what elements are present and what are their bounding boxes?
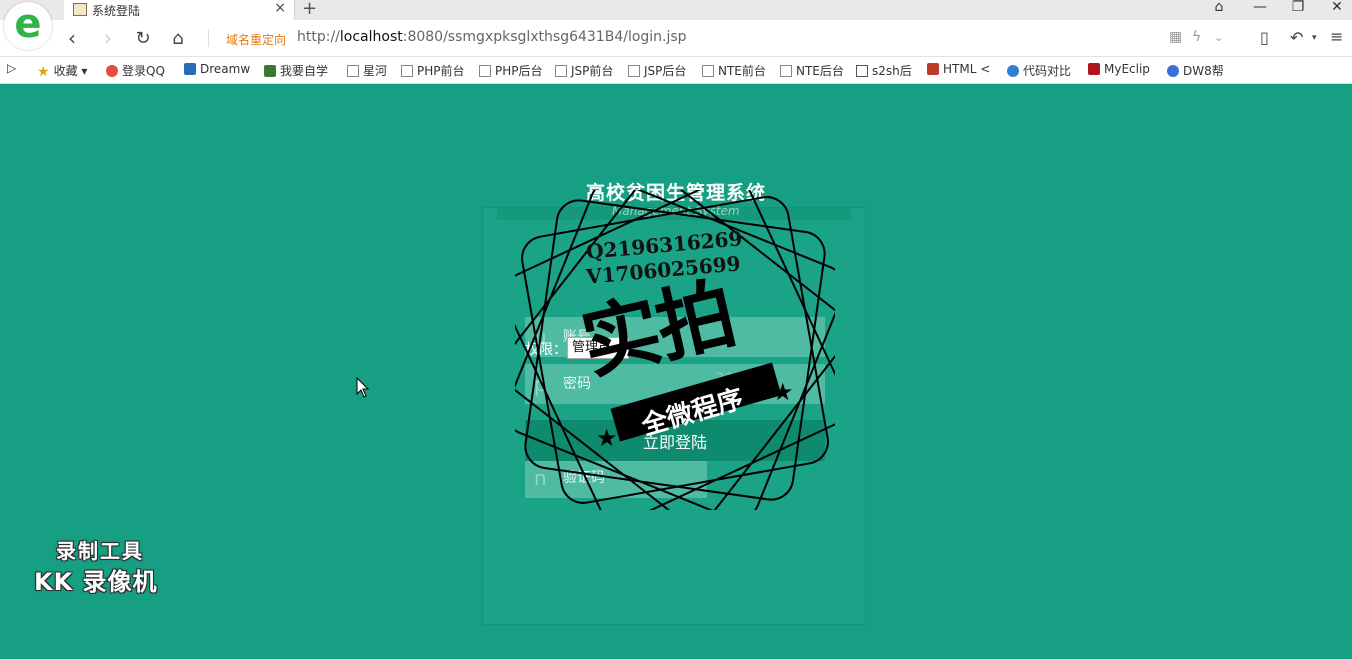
back-icon[interactable]: ‹ [60,26,84,50]
image-icon [856,65,868,77]
star-icon: ★ [37,64,50,80]
home-icon[interactable]: ⌂ [166,28,190,49]
role-selected-value: 管理员 [572,340,612,355]
restore-button[interactable]: ❐ [1288,0,1308,15]
address-bar-row: ‹ › ↻ ⌂ 域名重定向 http://localhost:8080/ssmg… [0,20,1352,57]
bookmark-item[interactable]: JSP后台 [628,62,686,79]
lightning-icon[interactable]: ϟ [1192,29,1201,45]
browser-tab[interactable]: 系统登陆 × [64,0,295,20]
divider [208,29,209,47]
new-tab-button[interactable]: + [302,0,317,19]
browser-logo-icon[interactable]: e [4,2,52,50]
login-button[interactable]: 立即登陆 [525,420,825,461]
tab-strip: 系统登陆 × + ⌂ — ❐ ✕ [0,0,1352,20]
myeclipse-icon [1088,63,1100,75]
compare-icon [1007,65,1019,77]
url-path: :8080/ssmgxpksglxthsg6431B4/login.jsp [402,29,687,45]
reading-mode-icon[interactable]: ▯ [1260,28,1269,47]
menu-icon[interactable]: ≡ [1330,27,1343,46]
bookmark-item[interactable]: PHP前台 [401,62,465,79]
sidebar-toggle-icon[interactable]: ▷ [7,61,16,75]
bookmark-item[interactable]: PHP后台 [479,62,543,79]
minimize-button[interactable]: — [1250,0,1270,15]
lock-icon: p [534,372,547,396]
tab-close-button[interactable]: × [274,0,286,16]
bookmark-item[interactable]: NTE后台 [780,62,844,79]
qr-code-icon[interactable]: ▦ [1169,29,1182,45]
bookmark-item[interactable]: 登录QQ [106,62,165,79]
chrome-icon [106,65,118,77]
close-window-button[interactable]: ✕ [1327,0,1347,15]
page-icon [555,65,567,77]
reload-icon[interactable]: ↻ [131,28,155,49]
bookmark-item[interactable]: MyEclip [1088,62,1150,76]
captcha-icon: n [534,466,547,490]
bookmark-item[interactable]: Dreamw [184,62,250,76]
bookmark-item[interactable]: JSP前台 [555,62,613,79]
html-icon [927,63,939,75]
page-icon [479,65,491,77]
bookmark-item[interactable]: 代码对比 [1007,62,1071,79]
page-icon [628,65,640,77]
mouse-cursor-icon [356,377,370,398]
bookmark-favorites[interactable]: ★ 收藏 ▾ [37,62,87,80]
undo-dropdown-icon[interactable]: ▾ [1312,33,1317,43]
url-host: localhost [339,29,403,45]
password-field[interactable]: p [525,364,825,404]
captcha-input[interactable] [563,458,698,498]
skin-icon[interactable]: ⌂ [1209,0,1229,15]
login-panel [482,207,866,625]
bookmark-item[interactable]: NTE前台 [702,62,766,79]
chevron-down-icon[interactable]: ⌄ [1214,31,1223,44]
url-prefix: http:// [297,29,340,45]
page-icon [401,65,413,77]
recorder-watermark-line2: KK 录像机 [34,568,158,596]
undo-icon[interactable]: ↶ [1290,28,1303,47]
bookmark-item[interactable]: HTML < [927,62,990,76]
bookmarks-bar: ▷ ★ 收藏 ▾ 登录QQ Dreamw 我要自学 星河 PHP前台 PHP后台 … [0,57,1352,84]
login-subtitle: Management System [612,204,740,218]
captcha-image[interactable]: 2177 [715,371,755,387]
bookmark-item[interactable]: DW8帮 [1167,62,1224,79]
recorder-watermark-line1: 录制工具 [56,539,144,563]
forward-icon[interactable]: › [96,26,120,50]
leaf-icon [264,65,276,77]
page-icon [702,65,714,77]
tab-title: 系统登陆 [92,4,141,18]
bookmark-item[interactable]: s2sh后 [856,62,912,79]
bookmark-item[interactable]: 星河 [347,62,387,79]
captcha-field[interactable]: n [525,458,707,498]
login-title: 高校贫困生管理系统 [586,182,767,204]
dreamweaver-icon [184,63,196,75]
chevron-down-icon: ▼ [618,343,625,353]
paw-icon [1167,65,1179,77]
tab-favicon-icon [73,3,87,16]
role-select[interactable]: 管理员 ▼ [567,337,629,359]
redirect-label[interactable]: 域名重定向 [226,31,286,48]
bookmark-item[interactable]: 我要自学 [264,62,328,79]
role-label: 权限： [525,342,567,358]
page-icon [347,65,359,77]
address-input[interactable]: http://localhost:8080/ssmgxpksglxthsg643… [297,29,687,45]
password-input[interactable] [563,364,818,404]
page-icon [780,65,792,77]
